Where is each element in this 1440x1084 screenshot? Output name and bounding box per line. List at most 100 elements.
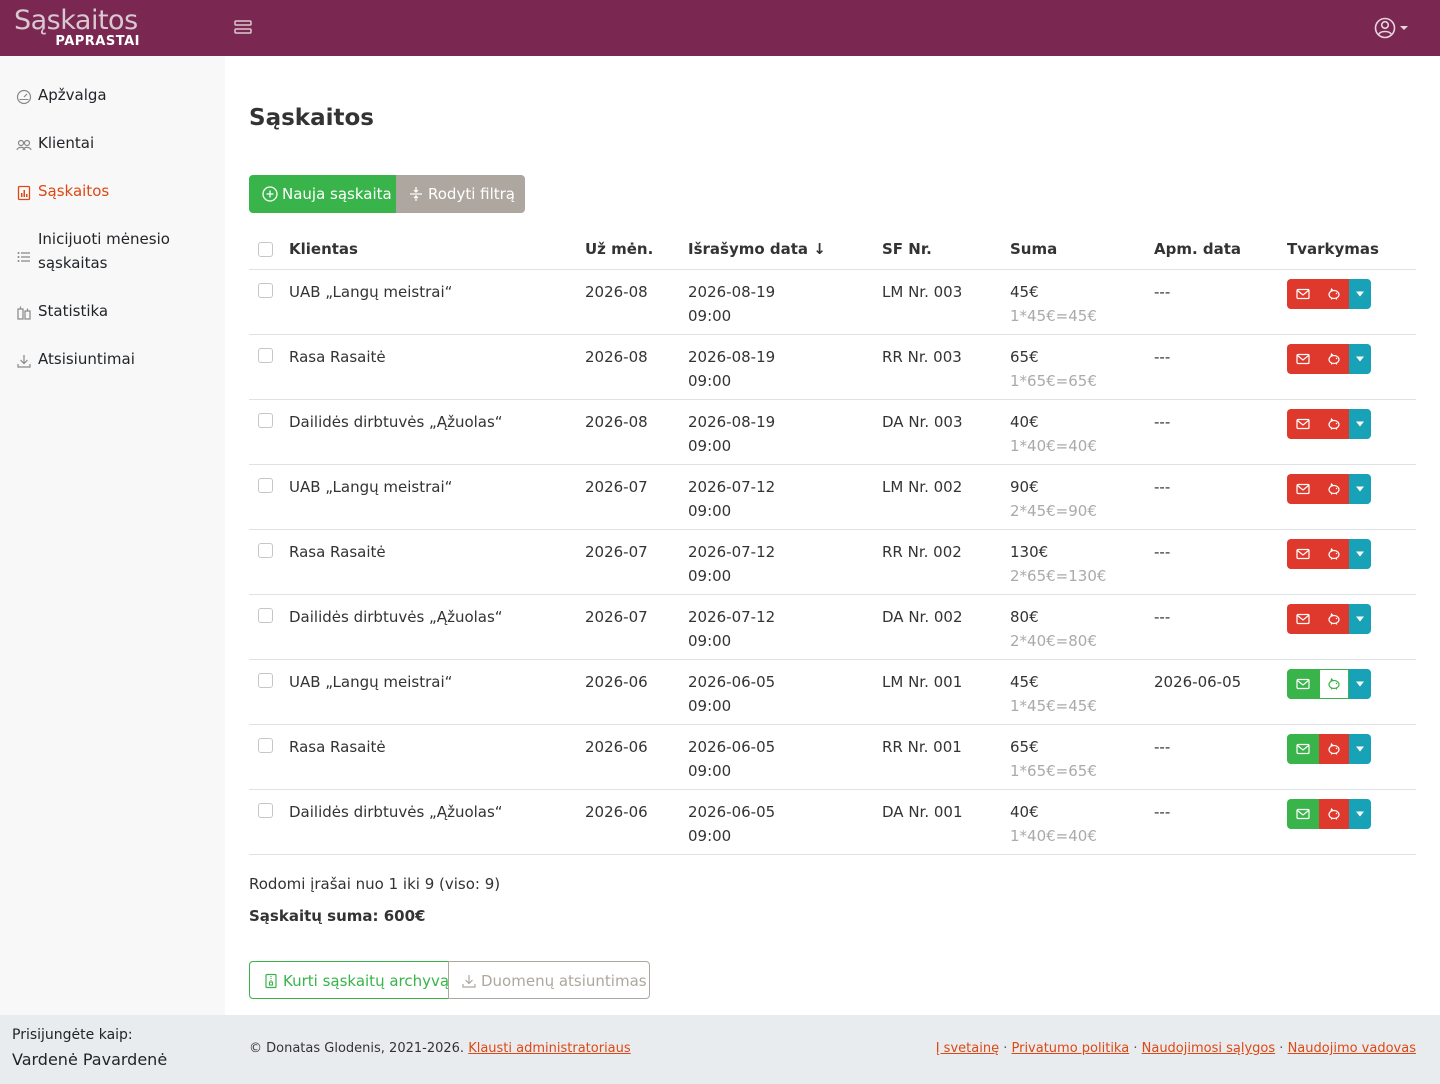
plus-circle-icon: [262, 186, 278, 202]
issue-date: 2026-06-05: [688, 673, 776, 691]
buildings-icon: [16, 305, 32, 321]
cell-number[interactable]: DA Nr. 001: [882, 800, 963, 824]
cell-number[interactable]: LM Nr. 001: [882, 670, 962, 694]
issue-date: 2026-07-12: [688, 543, 776, 561]
row-checkbox[interactable]: [258, 738, 273, 753]
row-checkbox[interactable]: [258, 803, 273, 818]
brand-logo[interactable]: Sąskaitos PAPRASTAI: [14, 4, 142, 52]
download-icon: [461, 973, 477, 989]
send-email-button[interactable]: [1287, 279, 1319, 309]
cell-month: 2026-08: [585, 348, 648, 366]
row-checkbox[interactable]: [258, 413, 273, 428]
more-actions-dropdown[interactable]: [1349, 344, 1371, 374]
menu-toggle-icon[interactable]: [232, 17, 256, 39]
more-actions-dropdown[interactable]: [1349, 734, 1371, 764]
cell-client[interactable]: UAB „Langų meistrai“: [289, 670, 452, 694]
cell-client[interactable]: Dailidės dirbtuvės „Ąžuolas“: [289, 800, 503, 824]
sidebar-item-inicijuoti[interactable]: Inicijuoti mėnesio sąskaitas: [0, 223, 225, 283]
send-email-button[interactable]: [1287, 604, 1319, 634]
row-actions: [1287, 344, 1371, 374]
footer-link-guide[interactable]: Naudojimo vadovas: [1288, 1041, 1416, 1056]
send-email-button[interactable]: [1287, 474, 1319, 504]
cell-issue-date: 2026-06-05 09:00: [688, 670, 775, 718]
select-all-checkbox[interactable]: [258, 242, 273, 257]
sidebar-item-saskaitos[interactable]: Sąskaitos: [0, 175, 225, 219]
cell-sum: 65€ 1*65€=65€: [1010, 345, 1097, 393]
sidebar-item-apzvalga[interactable]: Apžvalga: [0, 79, 225, 123]
mark-paid-button[interactable]: [1319, 539, 1349, 569]
row-checkbox[interactable]: [258, 608, 273, 623]
sum-calculation: 2*40€=80€: [1010, 632, 1097, 650]
cell-client[interactable]: Rasa Rasaitė: [289, 540, 386, 564]
people-icon: [16, 137, 32, 153]
issue-date: 2026-06-05: [688, 803, 776, 821]
footer-link-terms[interactable]: Naudojimosi sąlygos: [1142, 1041, 1276, 1056]
cell-number[interactable]: DA Nr. 002: [882, 605, 963, 629]
create-archive-button[interactable]: Kurti sąskaitų archyvą: [249, 961, 449, 999]
send-email-button[interactable]: [1287, 539, 1319, 569]
row-checkbox[interactable]: [258, 543, 273, 558]
row-checkbox[interactable]: [258, 478, 273, 493]
more-actions-dropdown[interactable]: [1349, 604, 1371, 634]
cell-number[interactable]: RR Nr. 001: [882, 735, 962, 759]
more-actions-dropdown[interactable]: [1349, 669, 1371, 699]
mark-paid-button[interactable]: [1319, 799, 1349, 829]
column-header-issue-date[interactable]: Išrašymo data ↓: [688, 239, 826, 259]
column-header-sum[interactable]: Suma: [1010, 239, 1057, 259]
cell-number[interactable]: DA Nr. 003: [882, 410, 963, 434]
row-checkbox[interactable]: [258, 673, 273, 688]
more-actions-dropdown[interactable]: [1349, 409, 1371, 439]
cell-number[interactable]: LM Nr. 003: [882, 280, 962, 304]
more-actions-dropdown[interactable]: [1349, 539, 1371, 569]
more-actions-dropdown[interactable]: [1349, 279, 1371, 309]
more-actions-dropdown[interactable]: [1349, 474, 1371, 504]
cell-client[interactable]: Dailidės dirbtuvės „Ąžuolas“: [289, 410, 503, 434]
cell-client[interactable]: UAB „Langų meistrai“: [289, 475, 452, 499]
sidebar-item-label: Atsisiuntimai: [38, 350, 135, 368]
top-navbar: Sąskaitos PAPRASTAI: [0, 0, 1440, 56]
mark-paid-button[interactable]: [1319, 344, 1349, 374]
mark-paid-button[interactable]: [1319, 734, 1349, 764]
new-invoice-button[interactable]: Nauja sąskaita: [249, 175, 396, 213]
row-checkbox[interactable]: [258, 283, 273, 298]
sum-calculation: 2*45€=90€: [1010, 502, 1097, 520]
table-header: Klientas Už mėn. Išrašymo data ↓ SF Nr. …: [249, 229, 1416, 270]
cell-client[interactable]: Dailidės dirbtuvės „Ąžuolas“: [289, 605, 503, 629]
mark-paid-button[interactable]: [1319, 474, 1349, 504]
list-icon: [16, 249, 32, 265]
row-checkbox[interactable]: [258, 348, 273, 363]
column-header-number[interactable]: SF Nr.: [882, 239, 932, 259]
column-header-client[interactable]: Klientas: [289, 239, 358, 259]
show-filter-button[interactable]: Rodyti filtrą: [396, 175, 525, 213]
column-header-month[interactable]: Už mėn.: [585, 239, 653, 259]
sidebar-item-atsisiuntimai[interactable]: Atsisiuntimai: [0, 343, 225, 387]
ask-admin-link[interactable]: Klausti administratoriaus: [468, 1041, 630, 1056]
mark-paid-button[interactable]: [1319, 669, 1349, 699]
more-actions-dropdown[interactable]: [1349, 799, 1371, 829]
cell-client[interactable]: Rasa Rasaitė: [289, 345, 386, 369]
user-menu[interactable]: [1372, 14, 1412, 42]
cell-paid-date: ---: [1154, 803, 1171, 821]
sum-value: 130€: [1010, 543, 1049, 561]
sidebar-item-statistika[interactable]: Statistika: [0, 295, 225, 339]
footer-link-privacy[interactable]: Privatumo politika: [1011, 1041, 1129, 1056]
send-email-button[interactable]: [1287, 799, 1319, 829]
data-download-button[interactable]: Duomenų atsiuntimas: [448, 961, 650, 999]
send-email-button[interactable]: [1287, 344, 1319, 374]
cell-number[interactable]: RR Nr. 002: [882, 540, 962, 564]
cell-client[interactable]: Rasa Rasaitė: [289, 735, 386, 759]
cell-sum: 45€ 1*45€=45€: [1010, 670, 1097, 718]
send-email-button[interactable]: [1287, 669, 1319, 699]
mark-paid-button[interactable]: [1319, 279, 1349, 309]
send-email-button[interactable]: [1287, 734, 1319, 764]
footer-link-website[interactable]: Į svetainę: [936, 1041, 999, 1056]
mark-paid-button[interactable]: [1319, 604, 1349, 634]
send-email-button[interactable]: [1287, 409, 1319, 439]
sidebar-item-klientai[interactable]: Klientai: [0, 127, 225, 171]
cell-client[interactable]: UAB „Langų meistrai“: [289, 280, 452, 304]
cell-month: 2026-08: [585, 283, 648, 301]
mark-paid-button[interactable]: [1319, 409, 1349, 439]
cell-number[interactable]: LM Nr. 002: [882, 475, 962, 499]
cell-number[interactable]: RR Nr. 003: [882, 345, 962, 369]
column-header-paid-date[interactable]: Apm. data: [1154, 239, 1241, 259]
